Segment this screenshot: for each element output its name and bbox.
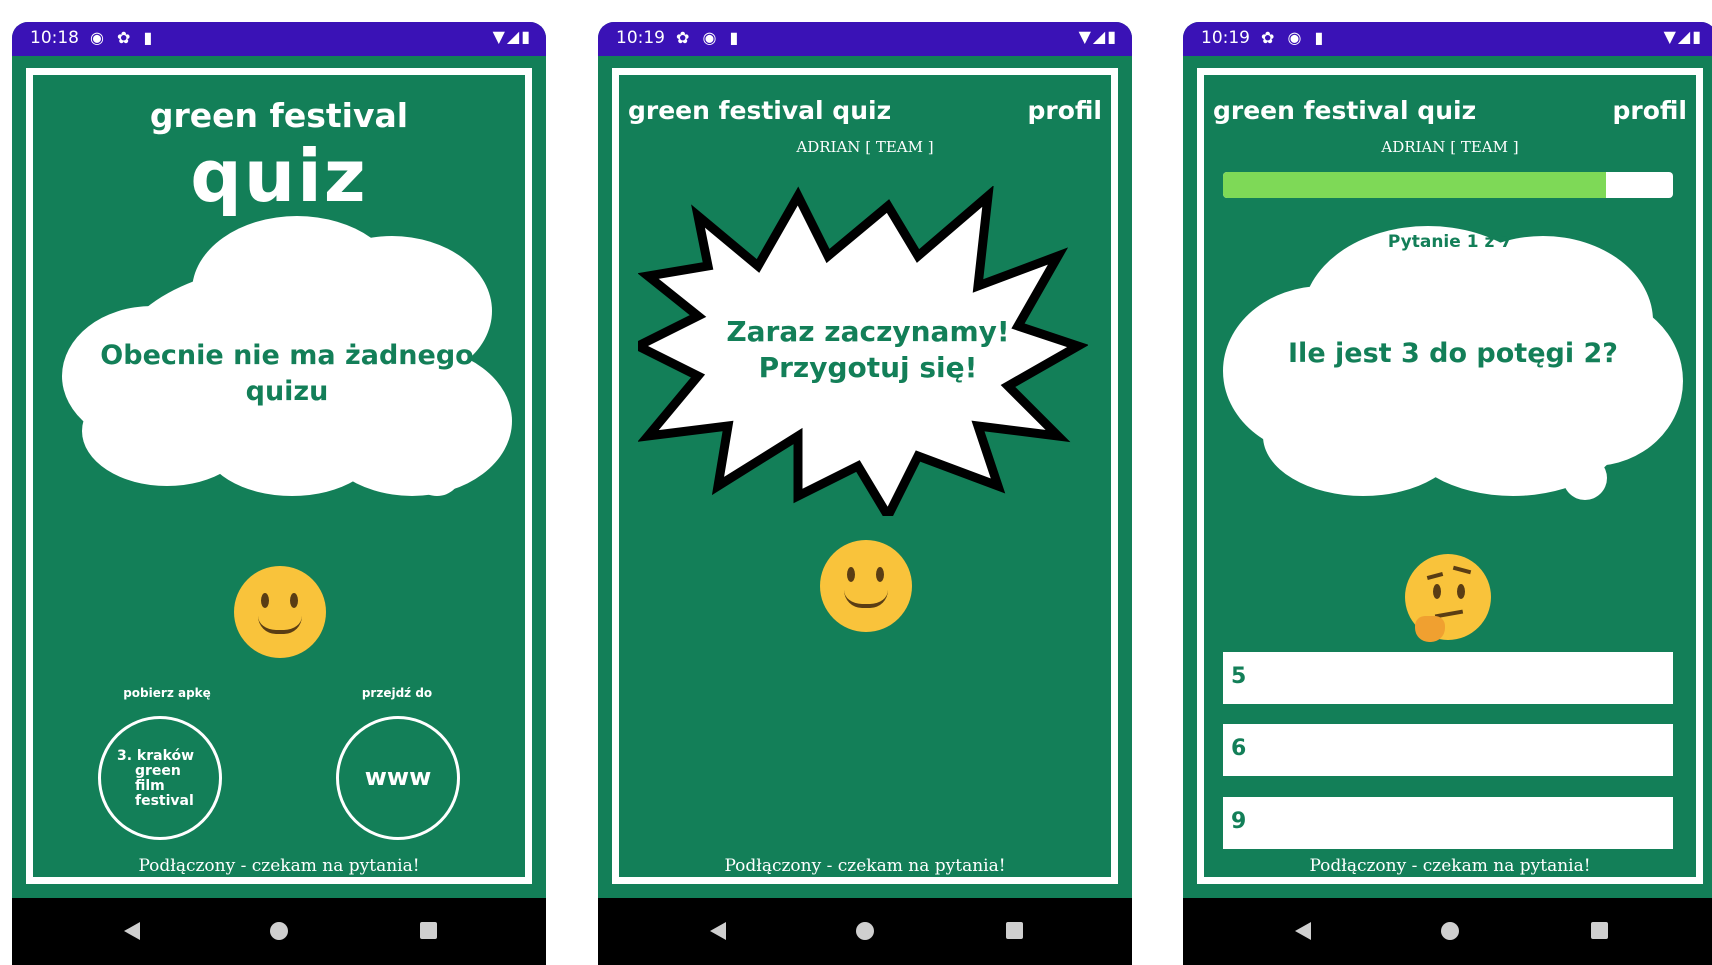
status-notification-icons: ✿ ◉ ▮: [676, 28, 743, 47]
back-icon[interactable]: [124, 922, 140, 940]
status-time: 10:19: [616, 28, 665, 48]
profile-button[interactable]: profil: [1613, 96, 1688, 125]
app-title: green festival quiz: [628, 96, 892, 125]
home-icon[interactable]: [270, 922, 288, 940]
connection-status: Podłączony - czekam na pytania!: [1309, 856, 1591, 876]
phone-screen-1: 10:18 ◉ ✿ ▮ ▼◢▮ green festival quiz Obec…: [12, 22, 546, 965]
app-title: green festival quiz: [1213, 96, 1477, 125]
status-notification-icons: ◉ ✿ ▮: [90, 28, 157, 47]
status-time: 10:18: [30, 28, 79, 48]
app-title: green festival: [149, 96, 409, 135]
back-icon[interactable]: [710, 922, 726, 940]
progress-fill: [1223, 172, 1606, 198]
signal-battery-icons: ▼◢▮: [1663, 27, 1703, 46]
profile-button[interactable]: profil: [1028, 96, 1103, 125]
status-time: 10:19: [1201, 28, 1250, 48]
smiley-emoji: [820, 540, 912, 632]
app-content: green festival quiz profil ADRIAN [ TEAM…: [1183, 56, 1712, 898]
home-icon[interactable]: [1441, 922, 1459, 940]
app-content: green festival quiz Obecnie nie ma żadne…: [12, 56, 546, 898]
back-icon[interactable]: [1295, 922, 1311, 940]
question-text: Ile jest 3 do potęgi 2?: [1288, 338, 1618, 369]
answer-option[interactable]: 5: [1223, 652, 1673, 704]
question-counter: Pytanie 1 z 7: [1387, 232, 1513, 252]
app-content: green festival quiz profil ADRIAN [ TEAM…: [598, 56, 1132, 898]
answer-option[interactable]: 9: [1223, 797, 1673, 849]
no-quiz-message: Obecnie nie ma żadnego quizu: [100, 340, 474, 407]
connection-status: Podłączony - czekam na pytania!: [138, 856, 420, 876]
recents-icon[interactable]: [1591, 922, 1608, 939]
status-bar: 10:19 ✿ ◉ ▮ ▼◢▮: [598, 22, 1132, 56]
status-notification-icons: ✿ ◉ ▮: [1261, 28, 1328, 47]
recents-icon[interactable]: [420, 922, 437, 939]
phone-screen-2: 10:19 ✿ ◉ ▮ ▼◢▮ green festival quiz prof…: [598, 22, 1132, 965]
www-label: www: [364, 763, 432, 791]
download-app-button[interactable]: 3. kraków green film festival: [98, 716, 222, 840]
phone-screen-3: 10:19 ✿ ◉ ▮ ▼◢▮ green festival quiz prof…: [1183, 22, 1712, 965]
user-team-label: ADRIAN [ TEAM ]: [796, 138, 934, 156]
nav-bar: [12, 898, 546, 965]
festival-logo-text: 3. kraków green film festival: [117, 748, 195, 809]
signal-battery-icons: ▼◢▮: [492, 27, 532, 46]
go-to-label: przejdź do: [361, 686, 433, 700]
answer-option[interactable]: 6: [1223, 724, 1673, 776]
home-icon[interactable]: [856, 922, 874, 940]
thinking-emoji: [1405, 554, 1491, 642]
nav-bar: [598, 898, 1132, 965]
smiley-emoji: [234, 566, 326, 658]
recents-icon[interactable]: [1006, 922, 1023, 939]
nav-bar: [1183, 898, 1712, 965]
signal-battery-icons: ▼◢▮: [1078, 27, 1118, 46]
get-ready-message: Zaraz zaczynamy! Przygotuj się!: [726, 315, 1010, 384]
connection-status: Podłączony - czekam na pytania!: [724, 856, 1006, 876]
website-button[interactable]: www: [336, 716, 460, 840]
download-app-label: pobierz apkę: [123, 686, 211, 700]
time-progress-bar: [1223, 172, 1673, 198]
status-bar: 10:18 ◉ ✿ ▮ ▼◢▮: [12, 22, 546, 56]
user-team-label: ADRIAN [ TEAM ]: [1381, 138, 1519, 156]
status-bar: 10:19 ✿ ◉ ▮ ▼◢▮: [1183, 22, 1712, 56]
